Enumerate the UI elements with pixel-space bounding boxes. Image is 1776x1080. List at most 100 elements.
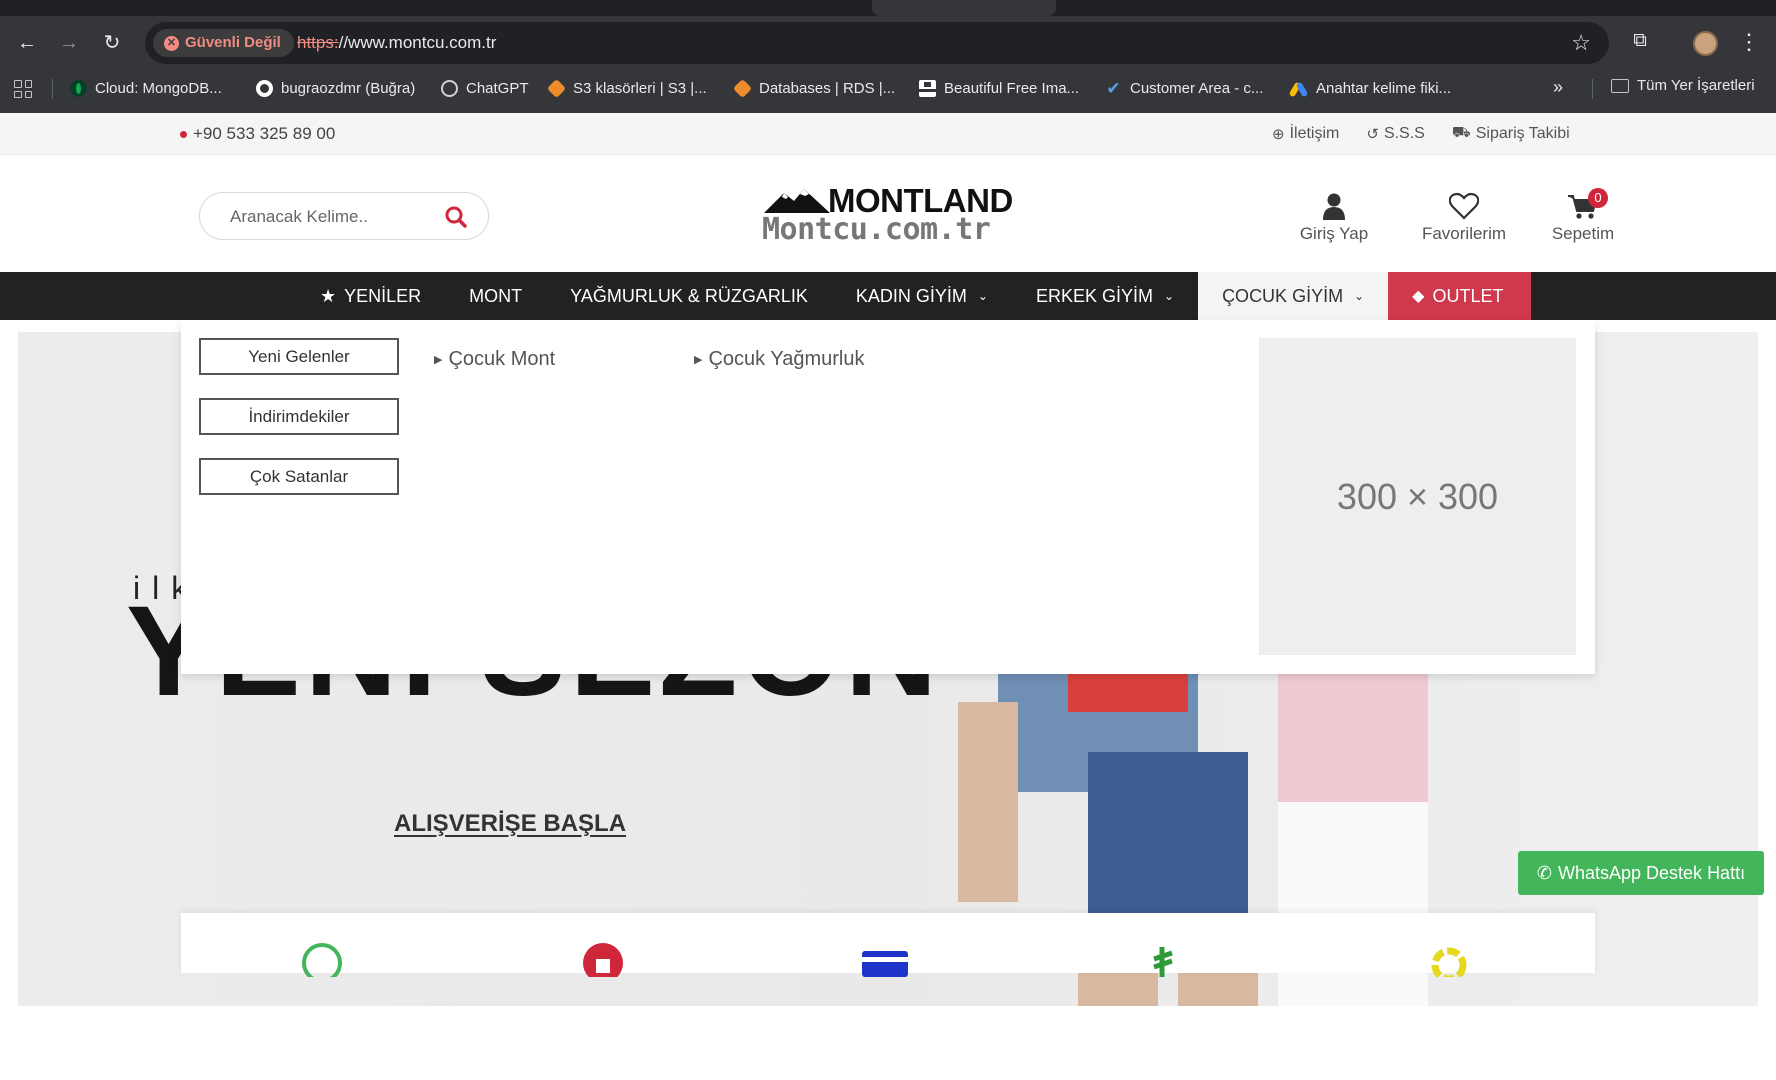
extensions-puzzle-icon[interactable]: ⧉ bbox=[1627, 30, 1653, 56]
bookmark-label: Customer Area - c... bbox=[1130, 79, 1264, 97]
nav-item-outlet[interactable]: ◆ OUTLET bbox=[1388, 272, 1532, 320]
site-header: MONTLAND Montcu.com.tr Giriş Yap Favoril… bbox=[0, 155, 1776, 272]
check-icon: ✔ bbox=[1106, 78, 1121, 98]
top-info-bar: +90 533 325 89 00 ⊕ İletişim ↺ S.S.S ⛟ Sipa… bbox=[0, 113, 1776, 155]
chatgpt-icon bbox=[441, 79, 458, 97]
phone-dot-icon bbox=[180, 130, 187, 138]
bookmark-label: ChatGPT bbox=[466, 79, 529, 97]
order-tracking-link[interactable]: ⛟ Sipariş Takibi bbox=[1452, 124, 1570, 143]
login-action[interactable]: Giriş Yap bbox=[1296, 190, 1372, 244]
top-links: ⊕ İletişim ↺ S.S.S ⛟ Sipariş Takibi bbox=[1272, 124, 1570, 143]
nav-item-label: OUTLET bbox=[1432, 285, 1504, 306]
contact-link[interactable]: ⊕ İletişim bbox=[1272, 124, 1339, 143]
promo-image-placeholder[interactable]: 300 × 300 bbox=[1259, 338, 1576, 655]
bookmark-item[interactable]: bugraozdmr (Buğra) bbox=[256, 77, 415, 99]
new-arrivals-button[interactable]: Yeni Gelenler bbox=[199, 338, 399, 375]
google-ads-icon bbox=[1288, 80, 1309, 97]
site-logo[interactable]: MONTLAND Montcu.com.tr bbox=[762, 182, 1017, 249]
heart-icon bbox=[1449, 190, 1479, 220]
address-row: ← → ↻ ✕ Güvenli Değil https://www.montcu… bbox=[0, 22, 1776, 64]
search-input[interactable] bbox=[230, 205, 430, 229]
more-bookmarks-chevron-icon[interactable]: » bbox=[1553, 77, 1563, 98]
reload-icon[interactable]: ↻ bbox=[99, 30, 125, 56]
apps-grid-icon[interactable] bbox=[14, 80, 32, 98]
url-scheme: https: bbox=[297, 33, 339, 52]
tag-icon: ◆ bbox=[1412, 288, 1425, 305]
mongodb-leaf-icon bbox=[70, 79, 87, 97]
nav-item-coats[interactable]: MONT bbox=[445, 272, 546, 320]
bookmark-label: S3 klasörleri | S3 |... bbox=[573, 79, 707, 97]
back-arrow-icon[interactable]: ← bbox=[14, 30, 40, 56]
contact-label: İletişim bbox=[1289, 124, 1340, 142]
mountain-logo-icon bbox=[764, 189, 830, 213]
browser-menu-icon[interactable]: ⋮ bbox=[1738, 29, 1760, 55]
all-bookmarks-label: Tüm Yer İşaretleri bbox=[1637, 77, 1755, 94]
order-tracking-label: Sipariş Takibi bbox=[1475, 124, 1570, 142]
security-chip[interactable]: ✕ Güvenli Değil bbox=[153, 29, 294, 57]
bookmark-label: Anahtar kelime fiki... bbox=[1316, 79, 1452, 97]
tab-strip bbox=[0, 0, 1776, 16]
recycle-feature-icon bbox=[1431, 947, 1467, 977]
folder-icon bbox=[1611, 78, 1629, 93]
chevron-down-icon: ⌄ bbox=[977, 289, 988, 303]
active-tab[interactable] bbox=[872, 0, 1056, 16]
user-actions: Giriş Yap Favorilerim 0 Sepetim bbox=[1296, 188, 1616, 244]
favorites-label: Favorilerim bbox=[1421, 224, 1507, 243]
nav-item-raincoats[interactable]: YAĞMURLUK & RÜZGARLIK bbox=[546, 272, 832, 320]
bookmarks-bar: Cloud: MongoDB... bugraozdmr (Buğra) Cha… bbox=[0, 72, 1776, 104]
nav-item-women[interactable]: KADIN GİYİM ⌄ bbox=[832, 272, 1012, 320]
whatsapp-support-button[interactable]: ✆ WhatsApp Destek Hattı bbox=[1518, 851, 1764, 895]
github-icon bbox=[256, 79, 273, 97]
faq-link[interactable]: ↺ S.S.S bbox=[1366, 124, 1424, 143]
phone-number[interactable]: +90 533 325 89 00 bbox=[180, 124, 335, 144]
shop-now-link[interactable]: ALIŞVERİŞE BAŞLA bbox=[394, 810, 626, 838]
nav-item-label: KADIN GİYİM bbox=[855, 285, 967, 306]
search-icon[interactable] bbox=[444, 205, 468, 229]
favorites-action[interactable]: Favorilerim bbox=[1408, 190, 1520, 244]
bookmark-item[interactable]: Databases | RDS |... bbox=[732, 77, 895, 99]
bookmark-item[interactable]: ✔ Customer Area - c... bbox=[1105, 77, 1263, 99]
bookmark-item[interactable]: Cloud: MongoDB... bbox=[70, 77, 222, 99]
main-nav-items: ★ YENİLER MONT YAĞMURLUK & RÜZGARLIK KAD… bbox=[296, 272, 1532, 320]
bookmarks-divider bbox=[52, 79, 53, 99]
best-sellers-button[interactable]: Çok Satanlar bbox=[199, 458, 399, 495]
nav-item-men[interactable]: ERKEK GİYİM ⌄ bbox=[1012, 272, 1198, 320]
truck-icon: ⛟ bbox=[1451, 124, 1471, 141]
cart-icon: 0 bbox=[1568, 188, 1608, 220]
caret-right-icon: ▶ bbox=[694, 354, 703, 366]
aws-cube-icon bbox=[546, 78, 567, 98]
security-chip-label: Güvenli Değil bbox=[185, 34, 281, 51]
user-icon bbox=[1323, 190, 1345, 220]
forward-arrow-icon[interactable]: → bbox=[56, 30, 82, 56]
bookmark-label: bugraozdmr (Buğra) bbox=[281, 79, 416, 97]
kids-raincoat-link[interactable]: ▶ Çocuk Yağmurluk bbox=[694, 348, 864, 371]
bookmark-label: Cloud: MongoDB... bbox=[95, 79, 222, 97]
nav-item-new[interactable]: ★ YENİLER bbox=[296, 272, 445, 320]
nav-item-kids[interactable]: ÇOCUK GİYİM ⌄ bbox=[1198, 272, 1389, 320]
whatsapp-label: WhatsApp Destek Hattı bbox=[1558, 862, 1746, 883]
browser-chrome: ← → ↻ ✕ Güvenli Değil https://www.montcu… bbox=[0, 0, 1776, 113]
bookmark-label: Beautiful Free Ima... bbox=[944, 79, 1080, 97]
url-text[interactable]: https://www.montcu.com.tr bbox=[297, 22, 496, 64]
unsplash-icon bbox=[919, 79, 936, 97]
cart-action[interactable]: 0 Sepetim bbox=[1550, 188, 1616, 244]
profile-avatar[interactable] bbox=[1693, 31, 1718, 56]
address-bar[interactable]: ✕ Güvenli Değil https://www.montcu.com.t… bbox=[145, 22, 1609, 64]
kids-coat-link[interactable]: ▶ Çocuk Mont bbox=[434, 348, 555, 371]
bookmark-item[interactable]: Anahtar kelime fiki... bbox=[1288, 77, 1452, 99]
phone-text: +90 533 325 89 00 bbox=[193, 124, 336, 143]
bookmark-item[interactable]: ChatGPT bbox=[441, 77, 529, 99]
discounted-button[interactable]: İndirimdekiler bbox=[199, 398, 399, 435]
bookmark-star-icon[interactable]: ☆ bbox=[1571, 30, 1591, 56]
nav-item-label: YENİLER bbox=[344, 285, 422, 306]
lifebuoy-icon: ⊕ bbox=[1272, 125, 1285, 143]
web-page: +90 533 325 89 00 ⊕ İletişim ↺ S.S.S ⛟ Sipa… bbox=[0, 113, 1776, 1080]
kids-coat-label: Çocuk Mont bbox=[448, 348, 556, 370]
all-bookmarks-folder[interactable]: Tüm Yer İşaretleri bbox=[1611, 77, 1755, 94]
lira-feature-icon bbox=[1153, 947, 1173, 977]
bookmark-item[interactable]: Beautiful Free Ima... bbox=[919, 77, 1079, 99]
aws-cube-icon bbox=[732, 78, 753, 98]
cart-count-badge: 0 bbox=[1588, 188, 1608, 208]
bookmark-item[interactable]: S3 klasörleri | S3 |... bbox=[546, 77, 707, 99]
login-label: Giriş Yap bbox=[1299, 224, 1369, 243]
